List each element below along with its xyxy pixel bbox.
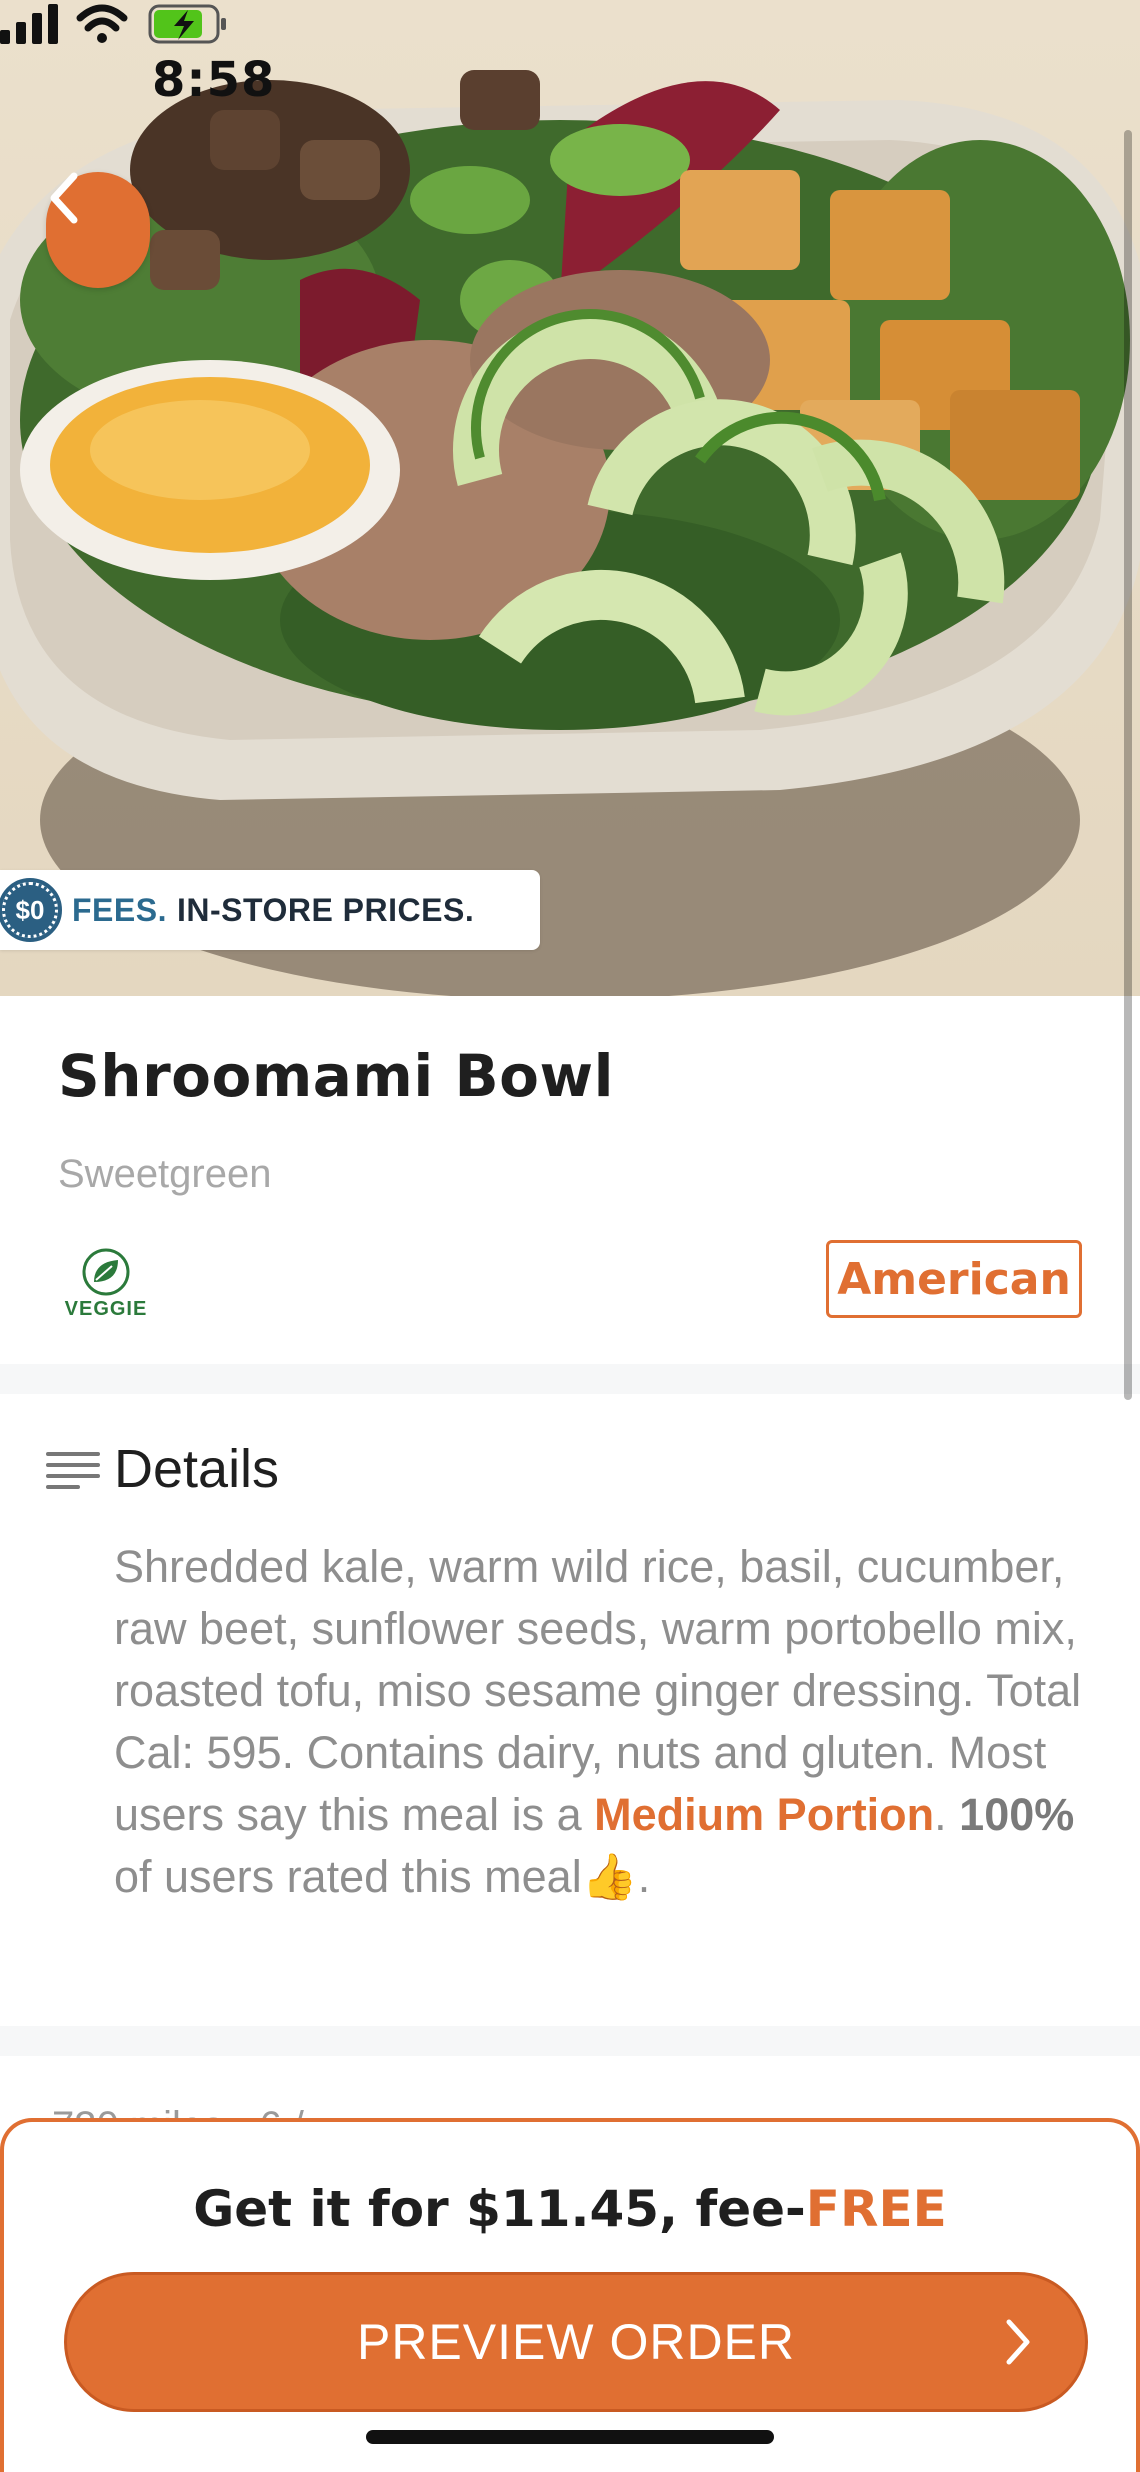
promo-badge: $0 xyxy=(0,878,62,942)
details-description: Shredded kale, warm wild rice, basil, cu… xyxy=(114,1536,1114,1908)
meal-detail-screen: 8:58 $0 FEES. IN-STORE PRICES. Shroomami… xyxy=(0,0,1140,2472)
rating-text: of users rated this meal xyxy=(114,1851,582,1902)
section-divider xyxy=(0,1364,1140,1394)
promo-fees: FEES. xyxy=(72,891,167,928)
cuisine-tag[interactable]: American xyxy=(826,1240,1082,1318)
price-line: Get it for $11.45, fee-FREE xyxy=(0,2180,1140,2238)
portion-size: Medium Portion xyxy=(594,1789,935,1840)
battery-charging-icon xyxy=(148,4,226,44)
preview-order-button[interactable]: PREVIEW ORDER xyxy=(64,2272,1088,2412)
details-lines-icon xyxy=(46,1452,100,1492)
back-chevron-icon xyxy=(50,172,78,224)
back-button[interactable] xyxy=(46,172,150,288)
thumbs-up-icon: 👍 xyxy=(581,1851,638,1902)
meal-title: Shroomami Bowl xyxy=(58,1042,614,1110)
price-text: Get it for $11.45, fee- xyxy=(193,2180,806,2238)
sep: . xyxy=(934,1789,960,1840)
promo-banner: $0 FEES. IN-STORE PRICES. xyxy=(0,870,540,950)
signal-icon xyxy=(0,4,58,44)
rating-percent: 100% xyxy=(959,1789,1075,1840)
promo-text: FEES. IN-STORE PRICES. xyxy=(72,892,474,929)
preview-order-label: PREVIEW ORDER xyxy=(356,2314,796,2370)
description-end: . xyxy=(637,1851,651,1902)
veggie-badge: VEGGIE xyxy=(58,1248,154,1320)
promo-prices: IN-STORE PRICES. xyxy=(176,891,475,928)
scrollbar[interactable] xyxy=(1124,130,1132,1400)
wifi-icon xyxy=(76,4,128,43)
chevron-right-icon xyxy=(1006,2319,1030,2365)
home-indicator[interactable] xyxy=(366,2430,774,2444)
free-text: FREE xyxy=(805,2180,947,2238)
status-time: 8:58 xyxy=(152,52,276,108)
leaf-icon xyxy=(82,1248,130,1296)
hero-image: 8:58 $0 FEES. IN-STORE PRICES. xyxy=(0,0,1140,996)
status-icons xyxy=(0,4,226,44)
veggie-label: VEGGIE xyxy=(64,1298,148,1320)
section-divider-2 xyxy=(0,2026,1140,2056)
details-heading: Details xyxy=(114,1439,280,1499)
bowl-illustration xyxy=(0,70,1140,996)
restaurant-name[interactable]: Sweetgreen xyxy=(58,1152,271,1197)
